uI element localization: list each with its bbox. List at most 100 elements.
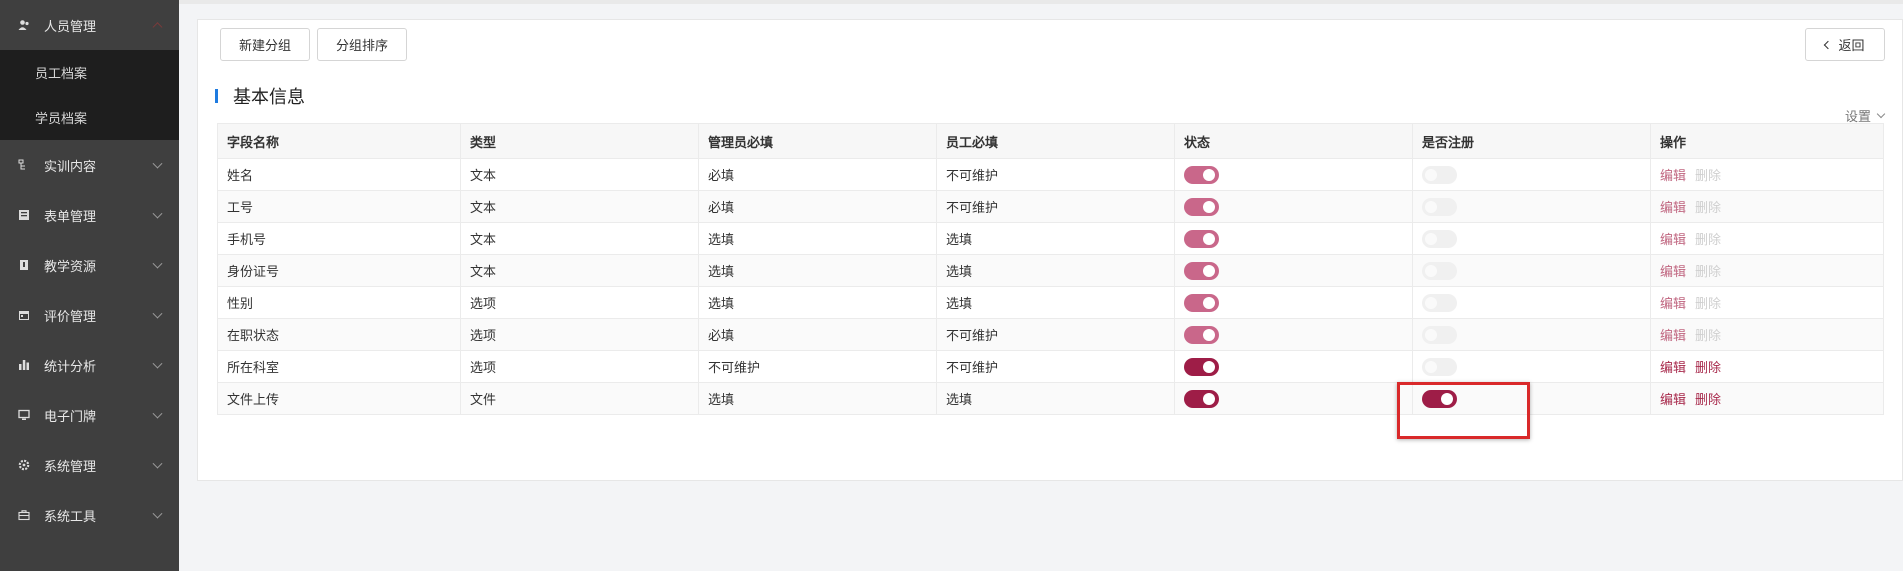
cell-register — [1412, 350, 1651, 383]
top-strip — [179, 0, 1903, 4]
people-icon — [18, 19, 30, 31]
sidebar-group-label: 电子门牌 — [44, 408, 97, 424]
delete-link: 删除 — [1695, 168, 1722, 183]
cell-status — [1174, 382, 1413, 415]
status-toggle[interactable] — [1184, 389, 1219, 408]
sort-group-button[interactable]: 分组排序 — [317, 28, 407, 61]
cell-status — [1174, 190, 1413, 223]
cell-register — [1412, 254, 1651, 287]
cell-actions: 编辑 删除 — [1650, 318, 1884, 351]
status-toggle[interactable] — [1184, 229, 1219, 248]
edit-link[interactable]: 编辑 — [1660, 264, 1686, 279]
cell-staff: 不可维护 — [936, 350, 1175, 383]
column-header: 状态 — [1174, 123, 1413, 159]
column-header: 管理员必填 — [698, 123, 937, 159]
column-header: 员工必填 — [936, 123, 1175, 159]
chevron-down-icon — [152, 458, 163, 469]
delete-link[interactable]: 删除 — [1695, 360, 1721, 375]
column-header: 操作 — [1650, 123, 1884, 159]
cell-admin: 选填 — [698, 222, 937, 255]
cell-status — [1174, 286, 1413, 319]
register-toggle[interactable] — [1422, 293, 1457, 312]
register-toggle[interactable] — [1422, 229, 1457, 248]
chevron-down-icon — [152, 508, 163, 519]
edit-link[interactable]: 编辑 — [1660, 360, 1686, 375]
register-toggle[interactable] — [1422, 165, 1457, 184]
edit-link[interactable]: 编辑 — [1660, 328, 1686, 343]
status-toggle[interactable] — [1184, 325, 1219, 344]
cell-type: 选项 — [460, 318, 699, 351]
edit-link[interactable]: 编辑 — [1660, 296, 1686, 311]
sidebar-group-6[interactable]: 电子门牌 — [0, 390, 179, 440]
edit-link[interactable]: 编辑 — [1660, 200, 1686, 215]
status-toggle[interactable] — [1184, 165, 1219, 184]
edit-link[interactable]: 编辑 — [1660, 168, 1686, 183]
chevron-down-icon — [152, 208, 163, 219]
cell-type: 选项 — [460, 286, 699, 319]
delete-link[interactable]: 删除 — [1695, 392, 1721, 407]
sidebar-group-label: 统计分析 — [44, 358, 97, 374]
table-row: 身份证号 文本 选填 选填 编辑 删除 — [217, 254, 1884, 287]
cell-actions: 编辑 删除 — [1650, 286, 1884, 319]
register-toggle[interactable] — [1422, 325, 1457, 344]
sidebar-group-2[interactable]: 表单管理 — [0, 190, 179, 240]
cell-status — [1174, 350, 1413, 383]
cell-name: 手机号 — [217, 222, 461, 255]
edit-link[interactable]: 编辑 — [1660, 392, 1686, 407]
cell-register — [1412, 158, 1651, 191]
cell-status — [1174, 222, 1413, 255]
cell-staff: 选填 — [936, 254, 1175, 287]
section-accent-bar — [215, 89, 218, 103]
cell-type: 选项 — [460, 350, 699, 383]
sidebar-group-4[interactable]: 评价管理 — [0, 290, 179, 340]
new-group-button[interactable]: 新建分组 — [220, 28, 310, 61]
sidebar-group-8[interactable]: 系统工具 — [0, 490, 179, 540]
sidebar-group-5[interactable]: 统计分析 — [0, 340, 179, 390]
sidebar: 人员管理员工档案 学员档案 实训内容 表单管理 教学资源 评价管理统计分析电子门牌系统管理… — [0, 0, 179, 571]
sidebar-submenu: 员工档案 学员档案 — [0, 50, 179, 140]
calendar-icon — [18, 309, 30, 321]
chevron-down-icon — [152, 408, 163, 419]
edit-link[interactable]: 编辑 — [1660, 232, 1686, 247]
sidebar-subitem-1[interactable]: 学员档案 — [0, 95, 179, 140]
cell-admin: 必填 — [698, 190, 937, 223]
cell-register — [1412, 190, 1651, 223]
chevron-down-icon — [152, 158, 163, 169]
sidebar-group-label: 系统工具 — [44, 508, 97, 524]
column-header: 字段名称 — [217, 123, 461, 159]
cell-admin: 必填 — [698, 158, 937, 191]
gear-icon — [18, 459, 30, 471]
chevron-down-icon — [152, 258, 163, 269]
section-title: 基本信息 — [233, 87, 305, 107]
sidebar-group-1[interactable]: 实训内容 — [0, 140, 179, 190]
back-label: 返回 — [1838, 38, 1865, 53]
cell-type: 文本 — [460, 190, 699, 223]
bar-chart-icon — [18, 359, 30, 371]
sidebar-group-label: 人员管理 — [44, 18, 97, 34]
register-toggle[interactable] — [1422, 197, 1457, 216]
cell-status — [1174, 158, 1413, 191]
cell-name: 所在科室 — [217, 350, 461, 383]
back-button[interactable]: 返回 — [1805, 28, 1885, 61]
sidebar-group-7[interactable]: 系统管理 — [0, 440, 179, 490]
toolbox-icon — [18, 509, 30, 521]
cell-staff: 选填 — [936, 222, 1175, 255]
cell-status — [1174, 318, 1413, 351]
cell-type: 文本 — [460, 222, 699, 255]
register-toggle[interactable] — [1422, 357, 1457, 376]
register-toggle[interactable] — [1422, 261, 1457, 280]
status-toggle[interactable] — [1184, 261, 1219, 280]
status-toggle[interactable] — [1184, 357, 1219, 376]
highlight-box — [1397, 382, 1530, 439]
table-row: 在职状态 选项 必填 不可维护 编辑 删除 — [217, 318, 1884, 351]
sidebar-group-3[interactable]: 教学资源 — [0, 240, 179, 290]
status-toggle[interactable] — [1184, 293, 1219, 312]
sidebar-group-0[interactable]: 人员管理 — [0, 0, 179, 50]
cell-admin: 选填 — [698, 254, 937, 287]
cell-staff: 不可维护 — [936, 190, 1175, 223]
table-row: 所在科室 选项 不可维护 不可维护 编辑 删除 — [217, 350, 1884, 383]
status-toggle[interactable] — [1184, 197, 1219, 216]
cell-name: 工号 — [217, 190, 461, 223]
sidebar-subitem-0[interactable]: 员工档案 — [0, 50, 179, 95]
chevron-left-icon — [1824, 40, 1833, 49]
